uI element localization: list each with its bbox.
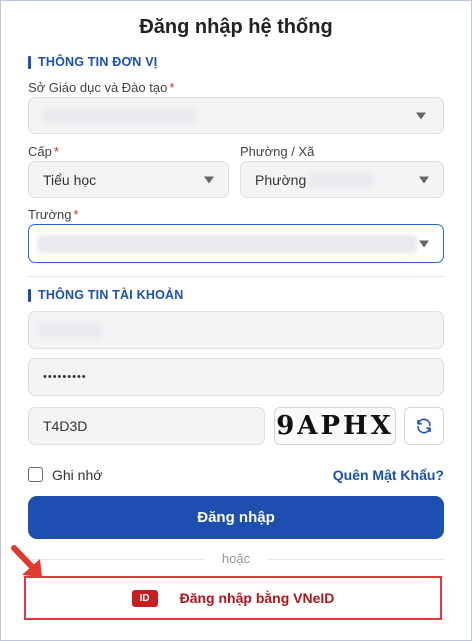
password-masked-value: ••••••••• <box>43 371 87 383</box>
chevron-down-icon <box>419 240 429 247</box>
level-label: Cấp * <box>28 144 59 159</box>
required-mark: * <box>73 207 79 222</box>
page-title: Đăng nhập hệ thống <box>139 16 333 38</box>
login-button[interactable]: Đăng nhập <box>28 496 444 539</box>
username-input[interactable] <box>28 311 444 349</box>
unit-section-title: THÔNG TIN ĐƠN VỊ <box>38 55 158 69</box>
refresh-icon <box>417 418 431 434</box>
captcha-input-value: T4D3D <box>43 418 88 434</box>
ward-label: Phường / Xã <box>240 144 315 159</box>
chevron-down-icon <box>419 176 429 183</box>
remember-label: Ghi nhớ <box>52 467 103 483</box>
required-mark: * <box>53 144 59 159</box>
redacted-value <box>39 322 101 338</box>
department-label-text: Sở Giáo dục và Đào tạo <box>28 80 168 95</box>
password-input[interactable]: ••••••••• <box>28 358 444 396</box>
account-section-title: THÔNG TIN TÀI KHOẢN <box>38 288 184 302</box>
redacted-value <box>309 173 373 188</box>
required-mark: * <box>169 80 175 95</box>
ward-select[interactable]: Phường <box>240 161 444 198</box>
chevron-down-icon <box>204 176 214 183</box>
remember-checkbox[interactable] <box>28 467 43 482</box>
vneid-login-button[interactable]: ID Đăng nhập bằng VNeID <box>24 576 442 620</box>
captcha-image: 9APHX <box>274 407 396 445</box>
level-select[interactable]: Tiểu học <box>28 161 229 198</box>
department-label: Sở Giáo dục và Đào tạo * <box>28 80 174 95</box>
school-label: Trường * <box>28 207 79 222</box>
chevron-down-icon <box>416 112 426 119</box>
section-divider <box>28 276 444 277</box>
school-select[interactable] <box>28 224 444 263</box>
captcha-input[interactable]: T4D3D <box>28 407 265 445</box>
account-section-heading: THÔNG TIN TÀI KHOẢN <box>28 287 183 303</box>
forgot-password-link[interactable]: Quên Mật Khẩu? <box>333 467 444 483</box>
department-select[interactable] <box>28 97 444 134</box>
unit-section-heading: THÔNG TIN ĐƠN VỊ <box>28 54 157 70</box>
ward-select-value: Phường <box>255 171 307 188</box>
vneid-id-icon: ID <box>131 589 158 607</box>
red-arrow-icon <box>11 545 42 577</box>
section-accent-bar <box>28 55 31 69</box>
level-select-value: Tiểu học <box>43 171 97 188</box>
redacted-value <box>37 235 417 253</box>
school-label-text: Trường <box>28 207 72 222</box>
vneid-login-label: Đăng nhập bằng VNeID <box>179 590 335 606</box>
level-label-text: Cấp <box>28 144 52 159</box>
refresh-captcha-button[interactable] <box>404 407 444 445</box>
section-accent-bar <box>28 288 31 302</box>
or-separator: hoặc <box>221 551 251 566</box>
redacted-value <box>43 109 195 124</box>
